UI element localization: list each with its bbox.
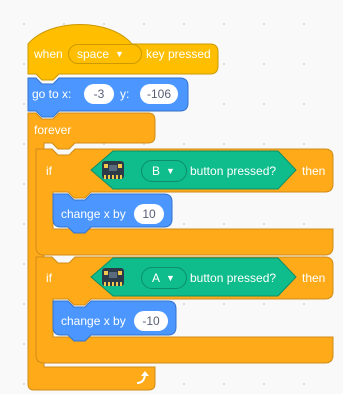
microbit-icon <box>102 161 124 179</box>
microbit-icon <box>102 268 124 286</box>
caret-down-icon: ▼ <box>166 273 175 283</box>
button-pressed-label-1: button pressed? <box>190 164 277 178</box>
change-x-input-1[interactable]: 10 <box>134 204 164 224</box>
button-dropdown-2[interactable]: A ▼ <box>141 267 187 289</box>
change-x-input-2[interactable]: -10 <box>134 311 168 331</box>
then-label-2: then <box>302 271 326 285</box>
if-label-2: if <box>46 271 52 285</box>
button-dropdown-2-value: A <box>152 271 161 285</box>
button-dropdown-1[interactable]: B ▼ <box>141 160 187 182</box>
caret-down-icon: ▼ <box>115 49 124 59</box>
key-pressed-label: key pressed <box>146 47 211 61</box>
button-dropdown-1-value: B <box>152 164 161 178</box>
then-label-1: then <box>302 164 326 178</box>
go-to-label: go to x: <box>32 87 72 101</box>
change-x-label-2: change x by <box>61 314 126 328</box>
button-pressed-label-2: button pressed? <box>190 271 277 285</box>
x-input[interactable]: -3 <box>84 84 114 104</box>
caret-down-icon: ▼ <box>166 166 175 176</box>
key-dropdown[interactable]: space ▼ <box>68 44 142 64</box>
change-x-label-1: change x by <box>61 207 126 221</box>
when-label: when <box>34 47 63 61</box>
if-label-1: if <box>46 164 52 178</box>
y-label: y: <box>120 87 130 101</box>
y-input[interactable]: -106 <box>140 84 178 104</box>
key-dropdown-value: space <box>77 47 110 61</box>
forever-label: forever <box>34 123 72 137</box>
